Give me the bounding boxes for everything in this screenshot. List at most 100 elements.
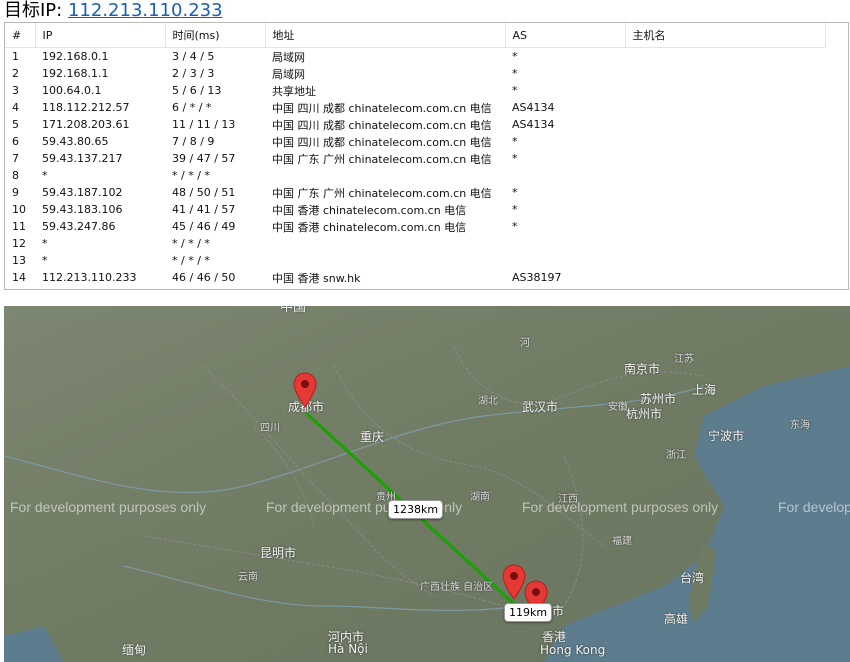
- target-ip-header: 目标IP: 112.213.110.233: [4, 0, 223, 22]
- cell-address: 中国 广东 广州 chinatelecom.com.cn 电信: [272, 152, 492, 166]
- cell-ip: 118.112.212.57: [42, 101, 130, 114]
- map-label-hubei: 湖北: [478, 396, 498, 407]
- cell-number: 7: [12, 152, 19, 165]
- table-row[interactable]: 7 59.43.137.217 39 / 47 / 57 中国 广东 广州 china…: [5, 150, 825, 167]
- cell-as: [505, 235, 625, 252]
- target-label: 目标IP:: [4, 0, 63, 21]
- cell-time: 3 / 4 / 5: [172, 50, 215, 63]
- map-label-ningbo: 宁波市: [708, 429, 745, 443]
- cell-number: 4: [12, 101, 19, 114]
- map-label-jiangxi: 江西: [558, 494, 578, 505]
- cell-time: 48 / 50 / 51: [172, 186, 236, 199]
- map-label-donghai: 东海: [790, 420, 810, 431]
- cell-hostname: [625, 218, 825, 235]
- cell-number: 14: [12, 271, 26, 284]
- col-time[interactable]: 时间(ms): [165, 23, 266, 48]
- map-label-shanghai: 上海: [692, 383, 717, 397]
- map-label-kunming: 昆明市: [260, 546, 297, 560]
- col-hostname[interactable]: 主机名: [625, 23, 826, 48]
- map-label-wuhan: 武汉市: [522, 400, 559, 414]
- distance-label-1: 1238km: [388, 500, 444, 519]
- table-row[interactable]: 1 192.168.0.1 3 / 4 / 5 局域网 *: [5, 48, 825, 66]
- cell-time: 2 / 3 / 3: [172, 67, 215, 80]
- watermark-4: For development purposes only: [778, 499, 850, 515]
- cell-number: 10: [12, 203, 26, 216]
- cell-address: 共享地址: [272, 84, 316, 98]
- cell-hostname: [625, 82, 825, 99]
- trace-table[interactable]: # IP 时间(ms) 地址 AS 主机名 1 192.168.0.1 3 / 4 …: [4, 22, 849, 290]
- cell-address: 中国 香港 chinatelecom.com.cn 电信: [272, 220, 467, 234]
- cell-as: *: [512, 203, 518, 216]
- route-map[interactable]: For development purposes only For develo…: [4, 306, 850, 662]
- map-label-hunan: 湖南: [470, 492, 490, 503]
- cell-as: *: [512, 67, 518, 80]
- table-row[interactable]: 6 59.43.80.65 7 / 8 / 9 中国 四川 成都 chinatelec…: [5, 133, 825, 150]
- map-label-hangzhou: 杭州市: [626, 407, 663, 421]
- table-row[interactable]: 9 59.43.187.102 48 / 50 / 51 中国 广东 广州 china…: [5, 184, 825, 201]
- cell-as: [505, 167, 625, 184]
- col-number[interactable]: #: [5, 23, 36, 48]
- map-label-china: 中国: [280, 306, 307, 315]
- cell-number: 12: [12, 237, 26, 250]
- map-label-henan: 河: [520, 338, 530, 349]
- hop-pin-chengdu[interactable]: [292, 372, 318, 408]
- cell-hostname: [625, 201, 825, 218]
- table-row[interactable]: 3 100.64.0.1 5 / 6 / 13 共享地址 *: [5, 82, 825, 99]
- cell-address: [265, 235, 505, 252]
- cell-hostname: [625, 150, 825, 167]
- cell-time: * / * / *: [172, 237, 210, 250]
- cell-number: 5: [12, 118, 19, 131]
- cell-ip: 59.43.187.102: [42, 186, 123, 199]
- col-ip[interactable]: IP: [35, 23, 166, 48]
- cell-number: 2: [12, 67, 19, 80]
- cell-time: 7 / 8 / 9: [172, 135, 215, 148]
- table-row[interactable]: 13 * * / * / *: [5, 252, 825, 269]
- cell-ip: 59.43.80.65: [42, 135, 109, 148]
- map-pin-icon: [293, 372, 317, 408]
- cell-as: *: [512, 152, 518, 165]
- cell-hostname: [625, 116, 825, 133]
- cell-ip: *: [42, 169, 48, 182]
- cell-ip: 192.168.0.1: [42, 50, 109, 63]
- table-row[interactable]: 5 171.208.203.61 11 / 11 / 13 中国 四川 成都 chin…: [5, 116, 825, 133]
- distance-label-2: 119km: [504, 603, 553, 622]
- target-ip-link[interactable]: 112.213.110.233: [68, 0, 223, 21]
- cell-time: 6 / * / *: [172, 101, 212, 114]
- cell-number: 6: [12, 135, 19, 148]
- cell-ip: 59.43.247.86: [42, 220, 116, 233]
- cell-as: AS4134: [512, 101, 555, 114]
- cell-hostname: [625, 48, 825, 66]
- table-row[interactable]: 10 59.43.183.106 41 / 41 / 57 中国 香港 chinate…: [5, 201, 825, 218]
- map-label-nanjing: 南京市: [624, 362, 661, 376]
- map-label-jiangsu: 江苏: [674, 354, 694, 365]
- table-row[interactable]: 2 192.168.1.1 2 / 3 / 3 局域网 *: [5, 65, 825, 82]
- table-row[interactable]: 4 118.112.212.57 6 / * / * 中国 四川 成都 chinate…: [5, 99, 825, 116]
- cell-ip: 100.64.0.1: [42, 84, 102, 97]
- col-address[interactable]: 地址: [265, 23, 506, 48]
- map-label-chongqing: 重庆: [360, 430, 385, 444]
- cell-as: *: [512, 186, 518, 199]
- cell-address: 局域网: [272, 67, 305, 81]
- cell-hostname: [625, 167, 825, 184]
- table-row[interactable]: 12 * * / * / *: [5, 235, 825, 252]
- map-label-zhejiang: 浙江: [666, 450, 686, 461]
- cell-ip: *: [42, 237, 48, 250]
- cell-address: 中国 四川 成都 chinatelecom.com.cn 电信: [272, 135, 492, 149]
- cell-as: AS4134: [512, 118, 555, 131]
- cell-as: *: [512, 135, 518, 148]
- cell-time: 39 / 47 / 57: [172, 152, 236, 165]
- table-row[interactable]: 14 112.213.110.233 46 / 46 / 50 中国 香港 snw.h…: [5, 269, 825, 286]
- cell-as: AS38197: [512, 271, 562, 284]
- cell-ip: 171.208.203.61: [42, 118, 130, 131]
- map-label-guangxi: 广西壮族 自治区: [420, 582, 494, 593]
- table-row[interactable]: 8 * * / * / *: [5, 167, 825, 184]
- cell-hostname: [625, 269, 825, 286]
- col-as[interactable]: AS: [505, 23, 626, 48]
- cell-hostname: [625, 65, 825, 82]
- map-label-anhui: 安徽: [608, 402, 628, 413]
- cell-number: 9: [12, 186, 19, 199]
- table-row[interactable]: 11 59.43.247.86 45 / 46 / 49 中国 香港 chinatel…: [5, 218, 825, 235]
- map-label-fujian: 福建: [612, 536, 632, 547]
- cell-time: * / * / *: [172, 169, 210, 182]
- cell-address: [265, 167, 505, 184]
